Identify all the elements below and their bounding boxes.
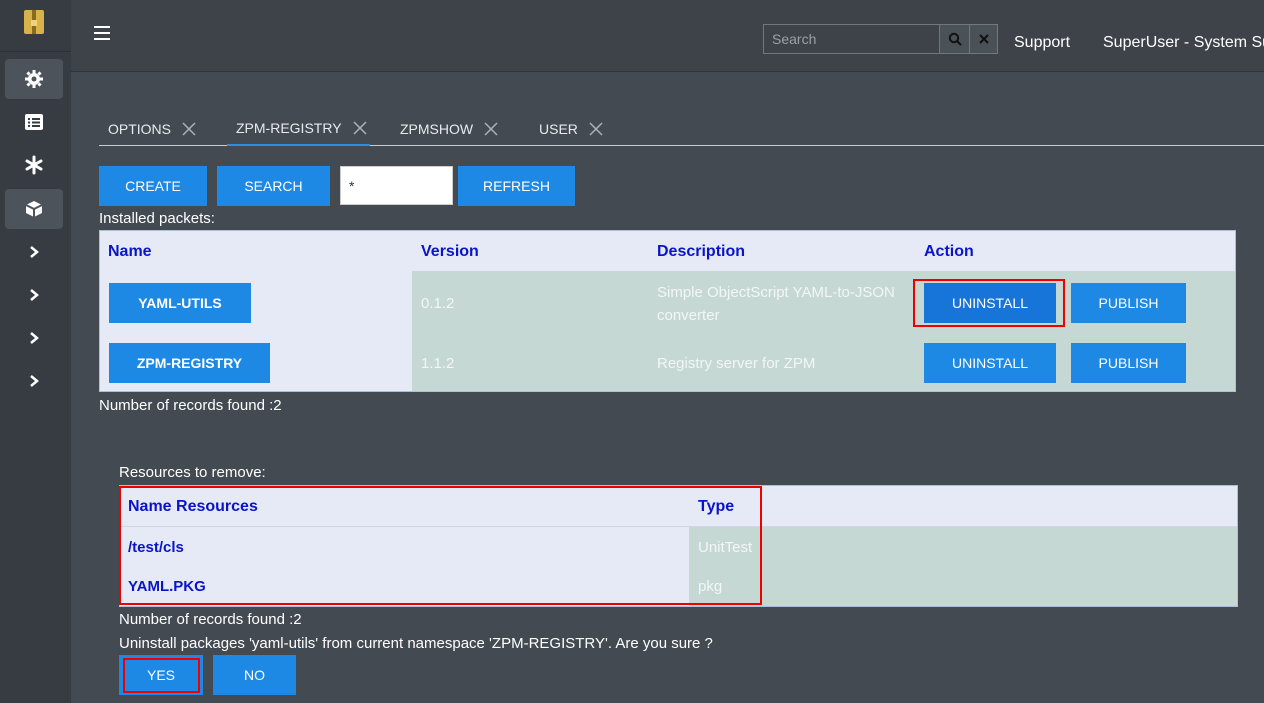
tab-label: USER bbox=[539, 121, 578, 137]
resource-name[interactable]: YAML.PKG bbox=[128, 578, 206, 595]
chevron-right-icon bbox=[30, 246, 39, 258]
sidebar bbox=[0, 0, 71, 703]
sidebar-divider bbox=[0, 51, 71, 52]
resource-type: UnitTest bbox=[698, 539, 753, 556]
sidebar-item-expand-1[interactable] bbox=[5, 232, 63, 272]
search-icon bbox=[948, 32, 962, 46]
gear-icon bbox=[25, 70, 43, 88]
resource-name[interactable]: /test/cls bbox=[128, 539, 184, 556]
package-version: 1.1.2 bbox=[421, 355, 455, 372]
column-header-type: Type bbox=[698, 498, 735, 515]
filter-input[interactable] bbox=[340, 166, 453, 205]
package-icon bbox=[25, 201, 43, 217]
close-icon[interactable] bbox=[352, 120, 368, 136]
chevron-right-icon bbox=[30, 375, 39, 387]
search-button[interactable] bbox=[940, 25, 970, 53]
asterisk-icon bbox=[25, 155, 43, 175]
installed-packets-title: Installed packets: bbox=[99, 210, 215, 227]
table-body-bg bbox=[689, 526, 1237, 606]
tab-options[interactable]: OPTIONS bbox=[108, 112, 197, 146]
close-icon[interactable] bbox=[588, 121, 604, 137]
tab-zpm-registry[interactable]: ZPM-REGISTRY bbox=[227, 112, 370, 146]
sidebar-item-expand-4[interactable] bbox=[5, 361, 63, 401]
search-packages-button[interactable]: SEARCH bbox=[217, 166, 330, 206]
clear-search-button[interactable] bbox=[970, 25, 997, 53]
tab-user[interactable]: USER bbox=[539, 112, 604, 146]
sidebar-item-expand-2[interactable] bbox=[5, 275, 63, 315]
column-header-description: Description bbox=[657, 243, 746, 260]
tab-label: ZPM-REGISTRY bbox=[236, 120, 342, 136]
search-box bbox=[763, 24, 998, 54]
close-icon[interactable] bbox=[181, 121, 197, 137]
resources-table: Name Resources Type /test/cls UnitTest Y… bbox=[119, 485, 1238, 607]
uninstall-button[interactable]: UNINSTALL bbox=[924, 283, 1056, 323]
support-link[interactable]: Support bbox=[1014, 34, 1070, 52]
package-description: Registry server for ZPM bbox=[657, 355, 816, 372]
no-button[interactable]: NO bbox=[213, 655, 296, 695]
create-button[interactable]: CREATE bbox=[99, 166, 207, 206]
tab-zpmshow[interactable]: ZPMSHOW bbox=[400, 112, 499, 146]
close-icon[interactable] bbox=[483, 121, 499, 137]
menu-icon[interactable] bbox=[94, 26, 110, 40]
resources-record-count: Number of records found :2 bbox=[119, 611, 302, 628]
packets-record-count: Number of records found :2 bbox=[99, 397, 282, 414]
sidebar-item-asterisk[interactable] bbox=[5, 145, 63, 185]
sidebar-item-settings[interactable] bbox=[5, 59, 63, 99]
package-name-button[interactable]: ZPM-REGISTRY bbox=[109, 343, 270, 383]
uninstall-button[interactable]: UNINSTALL bbox=[924, 343, 1056, 383]
top-header: Support SuperUser - System Su bbox=[71, 0, 1264, 72]
package-version: 0.1.2 bbox=[421, 295, 455, 312]
close-icon bbox=[978, 34, 989, 44]
chevron-right-icon bbox=[30, 289, 39, 301]
package-name-button[interactable]: YAML-UTILS bbox=[109, 283, 251, 323]
tab-label: OPTIONS bbox=[108, 121, 172, 137]
confirm-message: Uninstall packages 'yaml-utils' from cur… bbox=[119, 635, 713, 652]
resource-type: pkg bbox=[698, 578, 723, 595]
user-menu[interactable]: SuperUser - System Su bbox=[1103, 34, 1264, 52]
yes-button[interactable]: YES bbox=[119, 655, 203, 695]
package-description: Simple ObjectScript YAML-to-JSON convert… bbox=[657, 284, 895, 324]
sidebar-item-list[interactable] bbox=[5, 102, 63, 142]
sidebar-item-packages[interactable] bbox=[5, 189, 63, 229]
publish-button[interactable]: PUBLISH bbox=[1071, 343, 1186, 383]
column-header-version: Version bbox=[421, 243, 479, 260]
header-divider bbox=[120, 526, 1237, 527]
packets-table: Name Version Description Action YAML-UTI… bbox=[99, 230, 1236, 392]
tab-label: ZPMSHOW bbox=[400, 121, 474, 137]
refresh-button[interactable]: REFRESH bbox=[458, 166, 575, 206]
resources-title: Resources to remove: bbox=[119, 464, 266, 481]
column-header-name: Name bbox=[108, 243, 152, 260]
column-header-name-resources: Name Resources bbox=[128, 498, 258, 515]
app-logo bbox=[22, 8, 46, 36]
chevron-right-icon bbox=[30, 332, 39, 344]
sidebar-item-expand-3[interactable] bbox=[5, 318, 63, 358]
tab-bar: OPTIONS ZPM-REGISTRY ZPMSHOW USER bbox=[99, 112, 1264, 146]
list-icon bbox=[25, 114, 43, 130]
column-header-action: Action bbox=[924, 243, 974, 260]
search-input[interactable] bbox=[764, 25, 940, 53]
publish-button[interactable]: PUBLISH bbox=[1071, 283, 1186, 323]
